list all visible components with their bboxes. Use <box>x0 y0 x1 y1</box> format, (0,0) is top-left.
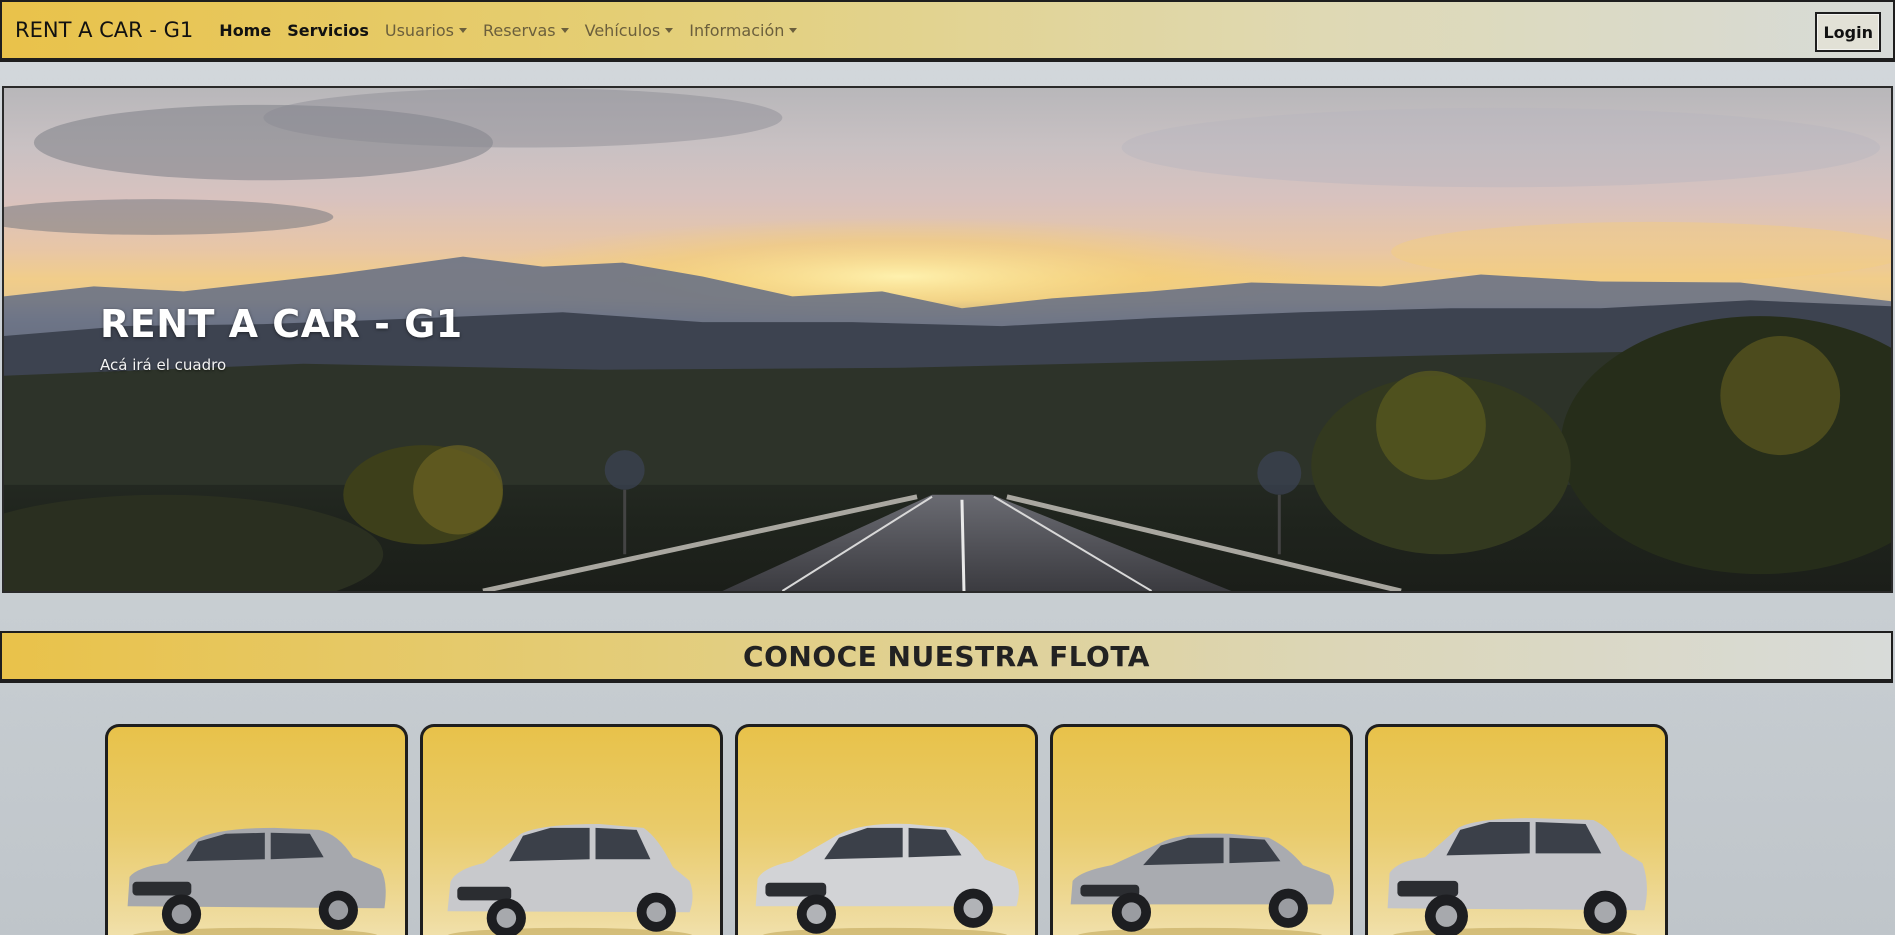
fleet-card-sedan-focus[interactable] <box>1050 724 1353 935</box>
nav-dropdown-usuarios-label: Usuarios <box>384 20 455 40</box>
nav-dropdown-informacion[interactable]: Información <box>689 20 798 40</box>
nav-item-home[interactable]: Home <box>219 21 271 40</box>
nav-item-servicios-label: Servicios <box>287 20 369 40</box>
fleet-section-banner: CONOCE NUESTRA FLOTA <box>0 631 1893 683</box>
hero-banner: RENT A CAR - G1 Acá irá el cuadro <box>2 86 1893 593</box>
car-sedan-focus-image <box>1070 833 1334 935</box>
caret-down-icon <box>459 27 468 33</box>
nav-dropdown-vehiculos[interactable]: Vehículos <box>585 21 674 40</box>
nav-dropdown-informacion-label: Información <box>689 20 785 40</box>
nav-dropdown-usuarios[interactable]: Usuarios <box>384 20 468 40</box>
nav-dropdown-reservas[interactable]: Reservas <box>483 21 569 40</box>
caret-down-icon <box>560 27 569 33</box>
navbar-brand[interactable]: RENT A CAR - G1 <box>15 18 193 42</box>
nav-dropdown-reservas-label: Reservas <box>483 20 556 40</box>
caret-down-icon <box>665 27 674 33</box>
car-hatchback-small-image <box>127 827 386 935</box>
caret-down-icon <box>789 27 798 33</box>
car-hatchback-compact-image <box>447 823 693 935</box>
hero-title: RENT A CAR - G1 <box>100 302 463 346</box>
login-button[interactable]: Login <box>1815 12 1881 52</box>
nav-item-servicios[interactable]: Servicios <box>287 21 369 40</box>
hero-subtitle: Acá irá el cuadro <box>100 356 227 374</box>
top-navbar: RENT A CAR - G1 Home Servicios Usuarios … <box>0 0 1895 62</box>
fleet-card-hatchback-small[interactable] <box>105 724 408 935</box>
fleet-card-suv[interactable] <box>1365 724 1668 935</box>
car-sedan-image <box>755 823 1019 935</box>
nav-dropdown-vehiculos-label: Vehículos <box>584 20 661 40</box>
fleet-card-hatchback-compact[interactable] <box>420 724 723 935</box>
fleet-card-sedan[interactable] <box>735 724 1038 935</box>
fleet-section-title: CONOCE NUESTRA FLOTA <box>743 639 1150 673</box>
nav-item-home-label: Home <box>219 20 272 40</box>
car-suv-image <box>1387 818 1647 935</box>
